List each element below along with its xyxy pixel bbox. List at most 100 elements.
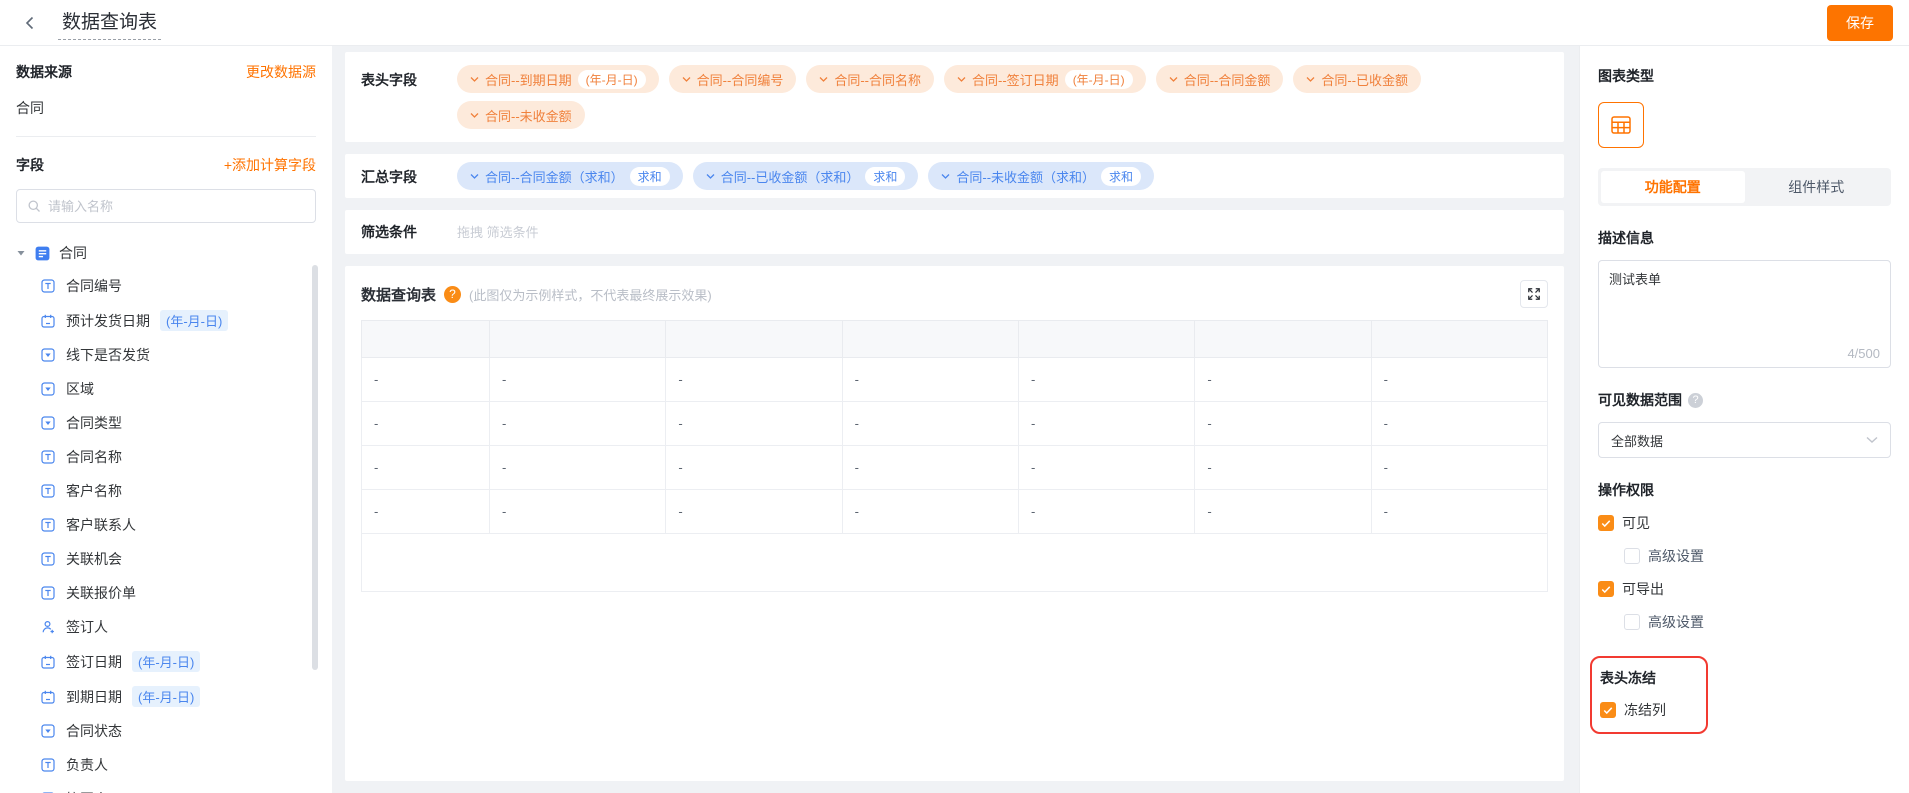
field-label: 合同状态 (66, 721, 122, 741)
visible-range-select[interactable]: 全部数据 (1598, 422, 1891, 458)
field-label: 预计发货日期 (66, 311, 150, 331)
header-fields-label: 表头字段 (361, 65, 457, 129)
perm-visible-label: 可见 (1622, 513, 1650, 533)
field-search[interactable] (16, 189, 316, 223)
field-tree-item[interactable]: 客户名称 (0, 474, 332, 508)
tree-root-contract[interactable]: 合同 (0, 237, 332, 269)
header-field-tag[interactable]: 合同--合同金额 (1156, 65, 1284, 93)
help-icon[interactable]: ? (444, 286, 461, 303)
chevron-down-icon[interactable] (957, 76, 966, 83)
fullscreen-button[interactable] (1520, 280, 1548, 308)
tree-root-label: 合同 (59, 243, 87, 263)
field-tree-item[interactable]: 关联机会 (0, 542, 332, 576)
checkbox-visible-advanced[interactable] (1624, 548, 1640, 564)
help-icon[interactable]: ? (1688, 393, 1703, 408)
field-sidebar: 数据来源 更改数据源 合同 字段 +添加计算字段 合同 (0, 46, 332, 793)
field-tree-item[interactable]: 负责人 (0, 748, 332, 782)
back-button[interactable] (16, 9, 44, 37)
field-tree-item[interactable]: 预计发货日期 (年-月-日) (0, 303, 332, 338)
header-field-tag[interactable]: 合同--合同名称 (806, 65, 934, 93)
preview-cell: - (490, 490, 666, 534)
summary-field-tag[interactable]: 合同--已收金额（求和） 求和 (693, 162, 919, 190)
chart-type-table-button[interactable] (1598, 102, 1644, 148)
header-field-tag[interactable]: 合同--签订日期 (年-月-日) (944, 65, 1146, 93)
search-icon (27, 199, 41, 213)
person-icon (40, 619, 56, 635)
chevron-down-icon[interactable] (682, 76, 691, 83)
field-label: 合同名称 (66, 447, 122, 467)
header-fields-dropzone[interactable]: 合同--到期日期 (年-月-日) 合同--合同编号 合同--合同名称 (457, 65, 1477, 129)
tag-label: 合同--未收金额（求和） (956, 167, 1095, 186)
chevron-down-icon[interactable] (1169, 76, 1178, 83)
chevron-down-icon[interactable] (470, 76, 479, 83)
search-input[interactable] (48, 199, 305, 214)
field-tree-item[interactable]: 线下是否发货 (0, 338, 332, 372)
header-field-tag[interactable]: 合同--合同编号 (669, 65, 797, 93)
header-field-tag[interactable]: 合同--未收金额 (457, 101, 585, 129)
checkbox-export[interactable] (1598, 581, 1614, 597)
dropdown-field-icon (40, 347, 56, 363)
change-data-source-link[interactable]: 更改数据源 (246, 62, 316, 82)
chevron-down-icon[interactable] (706, 173, 715, 180)
filter-dropzone-placeholder[interactable]: 拖拽 筛选条件 (457, 222, 539, 242)
preview-table: - - - - - - - - - - - - (361, 320, 1548, 592)
table-chart-icon (1609, 113, 1633, 137)
caret-down-icon[interactable] (16, 248, 26, 258)
chevron-down-icon[interactable] (470, 112, 479, 119)
header-field-tag[interactable]: 合同--已收金额 (1293, 65, 1421, 93)
perm-visible-advanced-label[interactable]: 高级设置 (1648, 546, 1704, 566)
field-tree-item[interactable]: 协同人 (0, 782, 332, 793)
freeze-label: 表头冻结 (1600, 668, 1706, 688)
tab-function-config[interactable]: 功能配置 (1601, 171, 1745, 203)
settings-panel: 图表类型 功能配置 组件样式 描述信息 4/500 可见数据范围 ? 全部数据 … (1579, 46, 1909, 793)
description-input[interactable] (1599, 261, 1890, 367)
calendar-icon (40, 689, 56, 705)
chevron-down-icon[interactable] (470, 173, 479, 180)
chevron-down-icon[interactable] (819, 76, 828, 83)
chevron-down-icon[interactable] (941, 173, 950, 180)
summary-field-tag[interactable]: 合同--合同金额（求和） 求和 (457, 162, 683, 190)
sidebar-scrollbar[interactable] (312, 265, 318, 670)
tag-label: 合同--合同金额（求和） (485, 167, 624, 186)
field-tree-item[interactable]: 区域 (0, 372, 332, 406)
preview-card: 数据查询表 ? (此图仅为示例样式，不代表最终展示效果) (345, 266, 1564, 781)
aggregation-pill: 求和 (865, 167, 905, 186)
preview-column-header (1195, 321, 1371, 358)
field-tree-item[interactable]: 关联报价单 (0, 576, 332, 610)
field-tree-item[interactable]: 客户联系人 (0, 508, 332, 542)
summary-field-tag[interactable]: 合同--未收金额（求和） 求和 (928, 162, 1154, 190)
field-tree-item[interactable]: 合同类型 (0, 406, 332, 440)
preview-cell: - (1371, 490, 1547, 534)
field-tree-item[interactable]: 签订人 (0, 610, 332, 644)
preview-cell: - (362, 402, 490, 446)
preview-cell: - (1018, 402, 1194, 446)
field-tree-item[interactable]: 合同编号 (0, 269, 332, 303)
preview-footer-spacer (362, 534, 1548, 592)
field-tree-item[interactable]: 签订日期 (年-月-日) (0, 644, 332, 679)
add-calc-field-link[interactable]: +添加计算字段 (224, 155, 316, 175)
tag-label: 合同--已收金额（求和） (721, 167, 860, 186)
field-tree-item[interactable]: 合同状态 (0, 714, 332, 748)
field-tree-item[interactable]: 到期日期 (年-月-日) (0, 679, 332, 714)
freeze-column-label: 冻结列 (1624, 700, 1666, 720)
tag-label: 合同--已收金额 (1321, 70, 1408, 89)
checkbox-visible[interactable] (1598, 515, 1614, 531)
sidebar-divider (16, 136, 316, 137)
perm-export-advanced-label[interactable]: 高级设置 (1648, 612, 1704, 632)
checkbox-freeze-column[interactable] (1600, 702, 1616, 718)
field-tree: 合同 合同编号 (0, 237, 332, 793)
page-title[interactable]: 数据查询表 (58, 5, 161, 40)
checkbox-export-advanced[interactable] (1624, 614, 1640, 630)
header-fields-card: 表头字段 合同--到期日期 (年-月-日) 合同--合同编号 (345, 52, 1564, 142)
tab-component-style[interactable]: 组件样式 (1745, 171, 1889, 203)
text-field-icon (40, 517, 56, 533)
summary-fields-dropzone[interactable]: 合同--合同金额（求和） 求和 合同--已收金额（求和） 求和 合同--未收金额… (457, 162, 1154, 190)
chevron-down-icon[interactable] (1306, 76, 1315, 83)
field-tree-item[interactable]: 合同名称 (0, 440, 332, 474)
header-field-tag[interactable]: 合同--到期日期 (年-月-日) (457, 65, 659, 93)
char-counter: 4/500 (1847, 346, 1880, 361)
preview-cell: - (666, 402, 842, 446)
calendar-icon (40, 654, 56, 670)
save-button[interactable]: 保存 (1827, 5, 1893, 41)
preview-column-header (1018, 321, 1194, 358)
